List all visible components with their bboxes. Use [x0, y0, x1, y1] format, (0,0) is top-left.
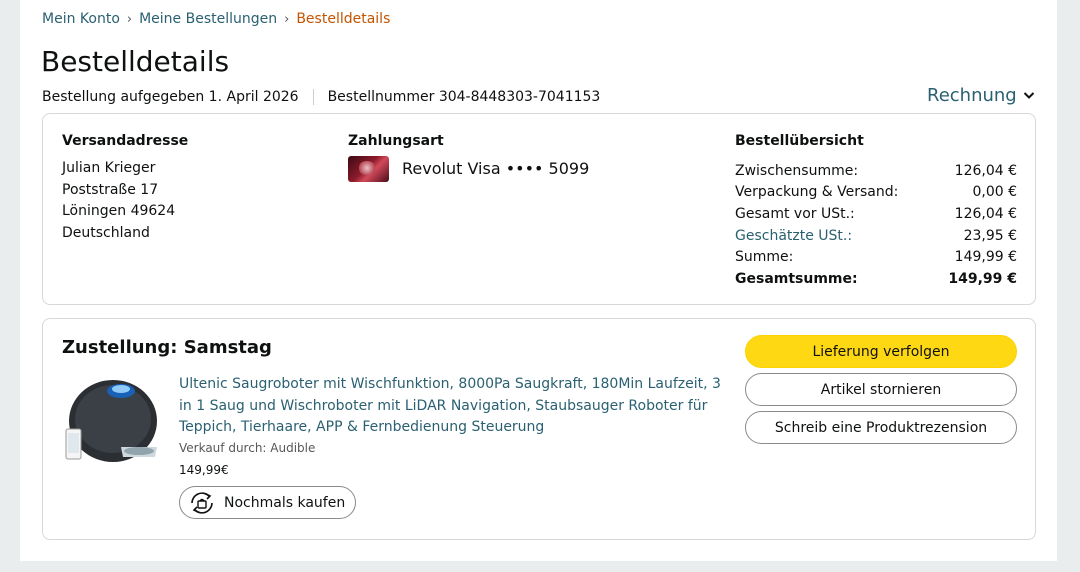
- breadcrumb-separator: ›: [126, 11, 133, 27]
- invoice-label: Rechnung: [927, 85, 1017, 106]
- track-package-button[interactable]: Lieferung verfolgen: [745, 335, 1017, 368]
- robot-vacuum-image[interactable]: [63, 373, 159, 469]
- product-title-link[interactable]: Ultenic Saugroboter mit Wischfunktion, 8…: [179, 374, 727, 439]
- summary-row-total: Gesamtsumme: 149,99 €: [735, 268, 1017, 290]
- payment-method-label: Revolut Visa •••• 5099: [402, 159, 590, 178]
- summary-label: Gesamt vor USt.:: [735, 205, 855, 222]
- order-placed-date: Bestellung aufgegeben 1. April 2026: [42, 89, 299, 105]
- summary-label: Gesamtsumme:: [735, 270, 858, 287]
- estimated-tax-link[interactable]: Geschätzte USt.:: [735, 228, 852, 244]
- summary-row-pretax: Gesamt vor USt.: 126,04 €: [735, 203, 1017, 225]
- breadcrumb: Mein Konto › Meine Bestellungen › Bestel…: [42, 11, 390, 27]
- summary-label: Summe:: [735, 249, 794, 266]
- breadcrumb-separator: ›: [284, 11, 290, 27]
- summary-value: 149,99 €: [954, 249, 1017, 266]
- payment-heading: Zahlungsart: [348, 133, 444, 149]
- breadcrumb-current: Bestelldetails: [296, 11, 391, 27]
- order-summary: Zwischensumme: 126,04 € Verpackung & Ver…: [735, 160, 1017, 290]
- product-price: 149,99€: [179, 463, 229, 477]
- address-line: Julian Krieger: [62, 160, 156, 176]
- breadcrumb-my-account[interactable]: Mein Konto: [42, 11, 120, 27]
- order-meta: Bestellung aufgegeben 1. April 2026 Best…: [42, 89, 600, 105]
- summary-row-sum: Summe: 149,99 €: [735, 246, 1017, 268]
- write-review-button[interactable]: Schreib eine Produktrezension: [745, 411, 1017, 444]
- invoice-dropdown[interactable]: Rechnung: [927, 85, 1035, 106]
- summary-value: 126,04 €: [954, 162, 1017, 179]
- summary-label: Verpackung & Versand:: [735, 184, 899, 201]
- summary-row-tax: Geschätzte USt.: 23,95 €: [735, 225, 1017, 247]
- order-number: Bestellnummer 304-8448303-7041153: [327, 89, 601, 105]
- summary-value: 0,00 €: [972, 184, 1017, 201]
- summary-row-subtotal: Zwischensumme: 126,04 €: [735, 160, 1017, 182]
- summary-label: Zwischensumme:: [735, 162, 859, 179]
- order-details-page: Mein Konto › Meine Bestellungen › Bestel…: [20, 0, 1057, 561]
- summary-value: 126,04 €: [954, 205, 1017, 222]
- cancel-item-button[interactable]: Artikel stornieren: [745, 373, 1017, 406]
- buy-again-label: Nochmals kaufen: [224, 494, 346, 511]
- address-line: Deutschland: [62, 224, 150, 241]
- address-line: Poststraße 17: [62, 181, 159, 198]
- summary-row-shipping: Verpackung & Versand: 0,00 €: [735, 182, 1017, 204]
- sold-by: Verkauf durch: Audible: [179, 441, 316, 455]
- page-title: Bestelldetails: [41, 45, 230, 78]
- order-info-box: Versandadresse Julian Krieger Poststraße…: [42, 113, 1036, 305]
- shipping-address: Julian Krieger Poststraße 17 Löningen 49…: [62, 158, 175, 244]
- order-summary-heading: Bestellübersicht: [735, 133, 864, 149]
- delivery-heading: Zustellung: Samstag: [62, 337, 272, 358]
- summary-value: 23,95 €: [963, 227, 1017, 244]
- meta-divider: [312, 89, 314, 105]
- summary-value: 149,99 €: [948, 270, 1017, 287]
- breadcrumb-my-orders[interactable]: Meine Bestellungen: [139, 11, 277, 27]
- credit-card-icon: [348, 156, 389, 182]
- buy-again-button[interactable]: Nochmals kaufen: [179, 486, 356, 519]
- rebuy-icon: [191, 491, 213, 514]
- address-line: Löningen 49624: [62, 203, 176, 219]
- chevron-down-icon: [1023, 92, 1034, 99]
- shipment-box: Zustellung: Samstag Ultenic Saugroboter …: [42, 318, 1036, 540]
- shipping-address-heading: Versandadresse: [62, 133, 189, 149]
